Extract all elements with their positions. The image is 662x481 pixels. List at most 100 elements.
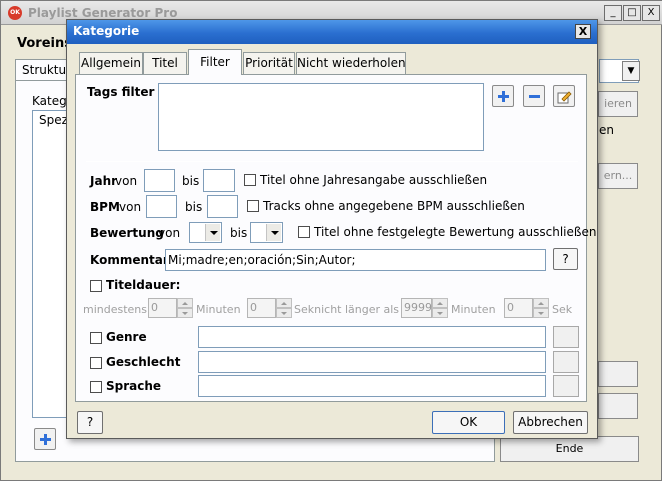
main-window-title: Playlist Generator Pro <box>28 6 178 20</box>
bewertung-from-select[interactable] <box>189 222 222 243</box>
sprache-checkbox[interactable] <box>90 381 102 393</box>
minimize-button[interactable]: _ <box>604 5 622 21</box>
sprache-label: Sprache <box>106 379 162 393</box>
dialog-title: Kategorie <box>73 24 140 38</box>
chevron-down-icon[interactable] <box>205 224 220 241</box>
right-button-3-label: ern... <box>603 169 633 182</box>
min-minutes-spinner[interactable] <box>177 298 193 318</box>
kommentar-input[interactable]: Mi;madre;en;oración;Sin;Autor; <box>165 249 546 271</box>
dialog-close-button[interactable]: X <box>575 24 591 39</box>
tab-titel[interactable]: Titel <box>143 52 187 74</box>
sprache-select-button[interactable] <box>553 375 579 397</box>
spin-up-icon[interactable] <box>533 298 549 308</box>
max-seconds-spinner[interactable] <box>533 298 549 318</box>
edit-tag-button[interactable] <box>553 85 575 107</box>
bpm-bis-label: bis <box>185 200 203 214</box>
jahr-von-label: von <box>115 174 138 188</box>
exclude-no-rating-label: Titel ohne festgelegte Bewertung ausschl… <box>314 225 597 239</box>
max-minutes-spinner[interactable] <box>432 298 448 318</box>
tab-allgemein[interactable]: Allgemein <box>79 52 143 74</box>
spin-up-icon[interactable] <box>177 298 193 308</box>
exclude-no-year-label: Titel ohne Jahresangabe ausschließen <box>260 173 488 187</box>
sek-label: Sek <box>552 303 573 316</box>
spin-up-icon[interactable] <box>432 298 448 308</box>
separator <box>86 161 578 162</box>
kommentar-help-button[interactable]: ? <box>553 248 578 270</box>
exclude-no-rating-checkbox[interactable] <box>298 226 310 238</box>
bpm-von-label: von <box>119 200 142 214</box>
minuten-label-2: Minuten <box>451 303 496 316</box>
tab-prioritaet[interactable]: Priorität <box>243 52 295 74</box>
titeldauer-checkbox[interactable] <box>90 280 102 292</box>
spin-down-icon[interactable] <box>276 308 292 318</box>
spin-down-icon[interactable] <box>177 308 193 318</box>
remove-tag-button[interactable] <box>523 85 545 107</box>
plus-icon <box>498 91 509 102</box>
tab-struktur-label: Struktur <box>22 63 72 77</box>
tags-filter-box[interactable] <box>158 83 484 151</box>
dialog-titlebar: Kategorie X <box>67 20 597 44</box>
max-minutes-input[interactable]: 9999 <box>401 298 432 318</box>
spin-down-icon[interactable] <box>432 308 448 318</box>
exclude-no-bpm-label: Tracks ohne angegebene BPM ausschließen <box>263 199 525 213</box>
maximize-button[interactable]: □ <box>623 5 641 21</box>
geschlecht-checkbox[interactable] <box>90 357 102 369</box>
tab-titel-label: Titel <box>152 56 178 70</box>
cancel-button[interactable]: Abbrechen <box>513 411 588 434</box>
sprache-input[interactable] <box>198 375 546 397</box>
right-label-2: en <box>599 123 614 137</box>
max-seconds-input[interactable]: 0 <box>504 298 533 318</box>
tab-filter-label: Filter <box>200 55 230 69</box>
genre-select-button[interactable] <box>553 326 579 348</box>
right-button-3[interactable]: ern... <box>598 163 638 189</box>
jahr-to-input[interactable] <box>203 169 235 192</box>
add-tag-button[interactable] <box>492 85 514 107</box>
tags-filter-label: Tags filter <box>87 85 155 99</box>
ok-button[interactable]: OK <box>432 411 505 434</box>
sek-nicht-laenger-label: Seknicht länger als <box>294 303 400 316</box>
chevron-down-icon[interactable] <box>266 224 281 241</box>
spin-down-icon[interactable] <box>533 308 549 318</box>
ende-button-label: Ende <box>555 442 584 455</box>
filter-tab-panel: Tags filter Jahr von bis Titel ohne Jahr… <box>75 74 596 402</box>
tab-allgemein-label: Allgemein <box>81 56 141 70</box>
bewertung-to-select[interactable] <box>250 222 283 243</box>
jahr-label: Jahr <box>90 174 118 188</box>
bpm-to-input[interactable] <box>207 195 238 218</box>
edit-icon <box>557 91 572 104</box>
jahr-from-input[interactable] <box>144 169 175 192</box>
geschlecht-select-button[interactable] <box>553 351 579 373</box>
genre-input[interactable] <box>198 326 546 348</box>
plus-icon <box>40 434 51 445</box>
right-button-4[interactable] <box>598 361 638 387</box>
bewertung-von-label: von <box>158 226 181 240</box>
minus-icon <box>529 95 540 98</box>
min-minutes-input[interactable]: 0 <box>148 298 177 318</box>
tab-nicht-wiederholen-label: Nicht wiederholen <box>297 56 406 70</box>
tab-nicht-wiederholen[interactable]: Nicht wiederholen <box>296 52 406 74</box>
spin-up-icon[interactable] <box>276 298 292 308</box>
tab-prioritaet-label: Priorität <box>245 56 293 70</box>
geschlecht-input[interactable] <box>198 351 546 373</box>
main-close-button[interactable]: X <box>642 5 660 21</box>
right-button-5[interactable] <box>598 393 638 419</box>
bpm-from-input[interactable] <box>146 195 177 218</box>
tab-filter[interactable]: Filter <box>188 49 242 75</box>
min-seconds-input[interactable]: 0 <box>247 298 276 318</box>
bpm-label: BPM <box>90 200 120 214</box>
right-button-1-label: ieren <box>604 97 632 110</box>
main-dropdown-arrow[interactable]: ▼ <box>622 61 640 81</box>
mindestens-label: mindestens <box>83 303 148 316</box>
genre-checkbox[interactable] <box>90 332 102 344</box>
kommentar-label: Kommentar: <box>90 253 174 267</box>
kategorie-dialog: Kategorie X Allgemein Titel Filter Prior… <box>66 19 598 439</box>
jahr-bis-label: bis <box>182 174 200 188</box>
min-seconds-spinner[interactable] <box>276 298 292 318</box>
ende-button[interactable]: Ende <box>500 436 639 462</box>
exclude-no-year-checkbox[interactable] <box>244 174 256 186</box>
titeldauer-label: Titeldauer: <box>106 278 181 292</box>
exclude-no-bpm-checkbox[interactable] <box>247 200 259 212</box>
right-button-1[interactable]: ieren <box>598 91 638 117</box>
main-add-button[interactable] <box>34 428 56 450</box>
dialog-help-button[interactable]: ? <box>77 411 103 434</box>
